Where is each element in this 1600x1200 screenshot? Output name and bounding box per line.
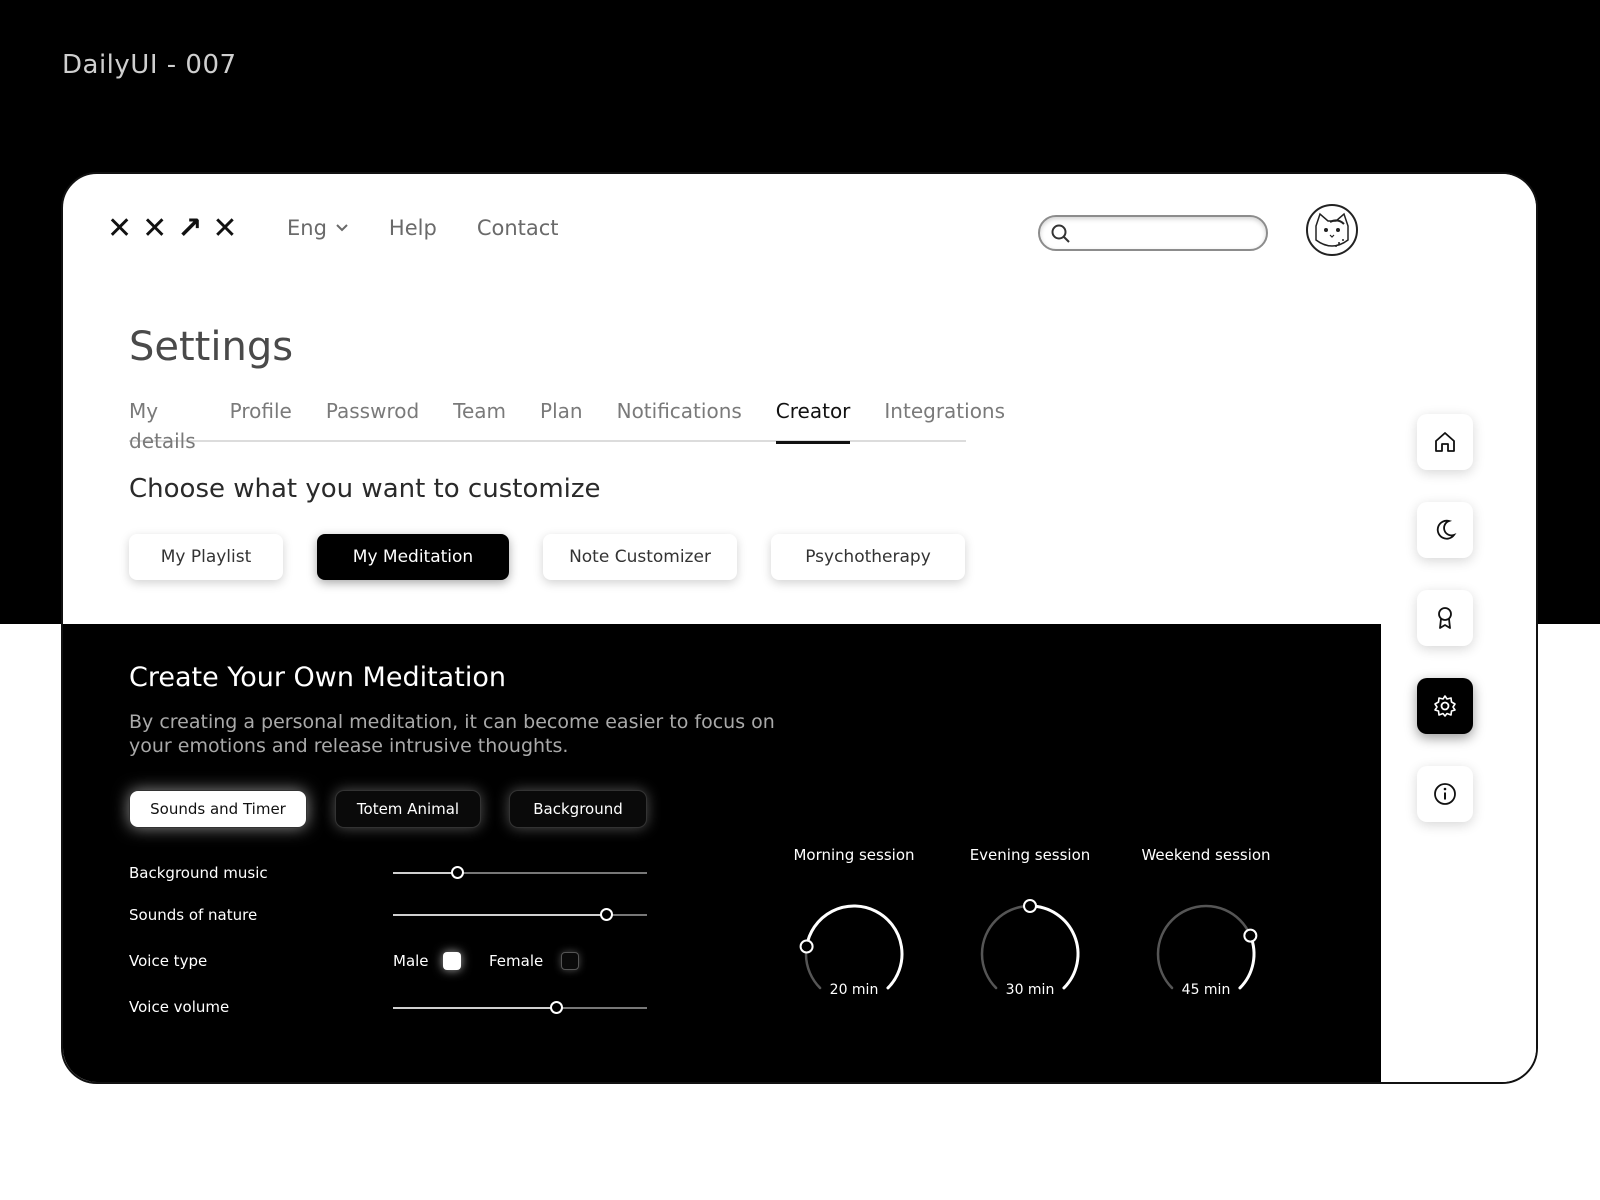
shot-title: DailyUI - 007 <box>62 50 237 80</box>
session-duration: 20 min <box>829 982 879 998</box>
tab-plan[interactable]: Plan <box>540 396 617 442</box>
help-link[interactable]: Help <box>389 216 437 240</box>
chevron-down-icon <box>336 224 348 232</box>
session-title: Weekend session <box>1141 846 1271 864</box>
tab-creator[interactable]: Creator <box>775 396 885 444</box>
dial-progress <box>1238 934 1256 990</box>
tab-my-details[interactable]: My details <box>129 396 230 453</box>
info-button[interactable] <box>1417 766 1473 822</box>
my-playlist-button[interactable]: My Playlist <box>129 534 283 580</box>
logo-glyph: ↗ <box>177 211 203 246</box>
logo-glyph: ✕ <box>212 211 238 246</box>
background-music-label: Background music <box>129 864 268 882</box>
achievements-button[interactable] <box>1417 590 1473 646</box>
search-icon <box>1051 224 1070 243</box>
dark-mode-button[interactable] <box>1417 502 1473 558</box>
voice-volume-label: Voice volume <box>129 998 230 1016</box>
tab-password[interactable]: Passwrod <box>326 396 453 442</box>
slider-handle[interactable] <box>450 866 464 879</box>
dial-progress <box>805 904 904 990</box>
dial-handle <box>1023 899 1037 913</box>
logo[interactable]: ✕ ✕ ↗ ✕ <box>107 212 238 246</box>
sounds-of-nature-label: Sounds of nature <box>129 906 258 924</box>
evening-session: Evening session 30 min <box>955 846 1105 1014</box>
dial-handle <box>799 939 814 954</box>
weekend-session: Weekend session 45 min <box>1131 846 1281 1014</box>
psychotherapy-button[interactable]: Psychotherapy <box>771 534 965 580</box>
creator-subtabs: Sounds and Timer Totem Animal Background <box>129 790 647 828</box>
female-label: Female <box>489 952 544 970</box>
slider-fill <box>393 914 607 916</box>
tab-integrations[interactable]: Integrations <box>884 396 1039 442</box>
creator-description: By creating a personal meditation, it ca… <box>129 711 775 757</box>
page-title: Settings <box>129 324 294 370</box>
my-meditation-button[interactable]: My Meditation <box>317 534 509 580</box>
right-rail <box>1381 174 1536 1082</box>
info-icon <box>1434 783 1456 805</box>
category-buttons: My Playlist My Meditation Note Customize… <box>129 534 965 580</box>
slider-handle[interactable] <box>600 908 614 921</box>
section-heading: Choose what you want to customize <box>129 474 601 504</box>
meditation-creator-panel: Create Your Own Meditation By creating a… <box>63 624 1381 1082</box>
search-input[interactable] <box>1038 215 1268 251</box>
session-duration: 45 min <box>1181 982 1231 998</box>
male-label: Male <box>393 952 429 970</box>
logo-glyph: ✕ <box>142 211 168 246</box>
male-checkbox[interactable] <box>443 952 461 970</box>
top-nav: Eng Help Contact <box>287 216 559 240</box>
language-dropdown[interactable]: Eng <box>287 216 349 240</box>
session-duration: 30 min <box>1005 982 1055 998</box>
morning-session: Morning session 20 min <box>779 846 929 1014</box>
dial-progress <box>1028 904 1080 990</box>
voice-volume-slider[interactable] <box>393 1001 647 1014</box>
sounds-and-timer-button[interactable]: Sounds and Timer <box>129 790 307 828</box>
app-window: ✕ ✕ ↗ ✕ Eng Help Contact Settings My det… <box>61 172 1538 1084</box>
dial-track <box>1156 904 1256 990</box>
cat-avatar-icon <box>1315 212 1349 247</box>
gear-icon <box>1434 695 1456 717</box>
tab-team[interactable]: Team <box>453 396 540 442</box>
slider-fill <box>393 872 457 874</box>
moon-icon <box>1436 519 1457 540</box>
home-icon <box>1435 432 1455 452</box>
award-icon <box>1438 607 1452 629</box>
avatar[interactable] <box>1306 204 1358 256</box>
dial-handle <box>1243 928 1258 943</box>
totem-animal-button[interactable]: Totem Animal <box>335 790 481 828</box>
voice-type-label: Voice type <box>129 952 208 970</box>
contact-link[interactable]: Contact <box>477 216 559 240</box>
sounds-of-nature-slider[interactable] <box>393 908 647 921</box>
note-customizer-button[interactable]: Note Customizer <box>543 534 737 580</box>
home-button[interactable] <box>1417 414 1473 470</box>
female-checkbox[interactable] <box>561 952 579 970</box>
logo-glyph: ✕ <box>107 211 133 246</box>
session-title: Morning session <box>793 846 915 864</box>
session-title: Evening session <box>969 846 1091 864</box>
settings-tabs: My details Profile Passwrod Team Plan No… <box>129 396 1005 453</box>
background-button[interactable]: Background <box>509 790 647 828</box>
slider-fill <box>393 1007 556 1009</box>
background-music-slider[interactable] <box>393 866 647 879</box>
tab-notifications[interactable]: Notifications <box>617 396 776 442</box>
creator-title: Create Your Own Meditation <box>129 662 506 693</box>
tab-profile[interactable]: Profile <box>230 396 326 442</box>
settings-button[interactable] <box>1417 678 1473 734</box>
slider-handle[interactable] <box>549 1001 563 1014</box>
language-label: Eng <box>287 216 327 240</box>
